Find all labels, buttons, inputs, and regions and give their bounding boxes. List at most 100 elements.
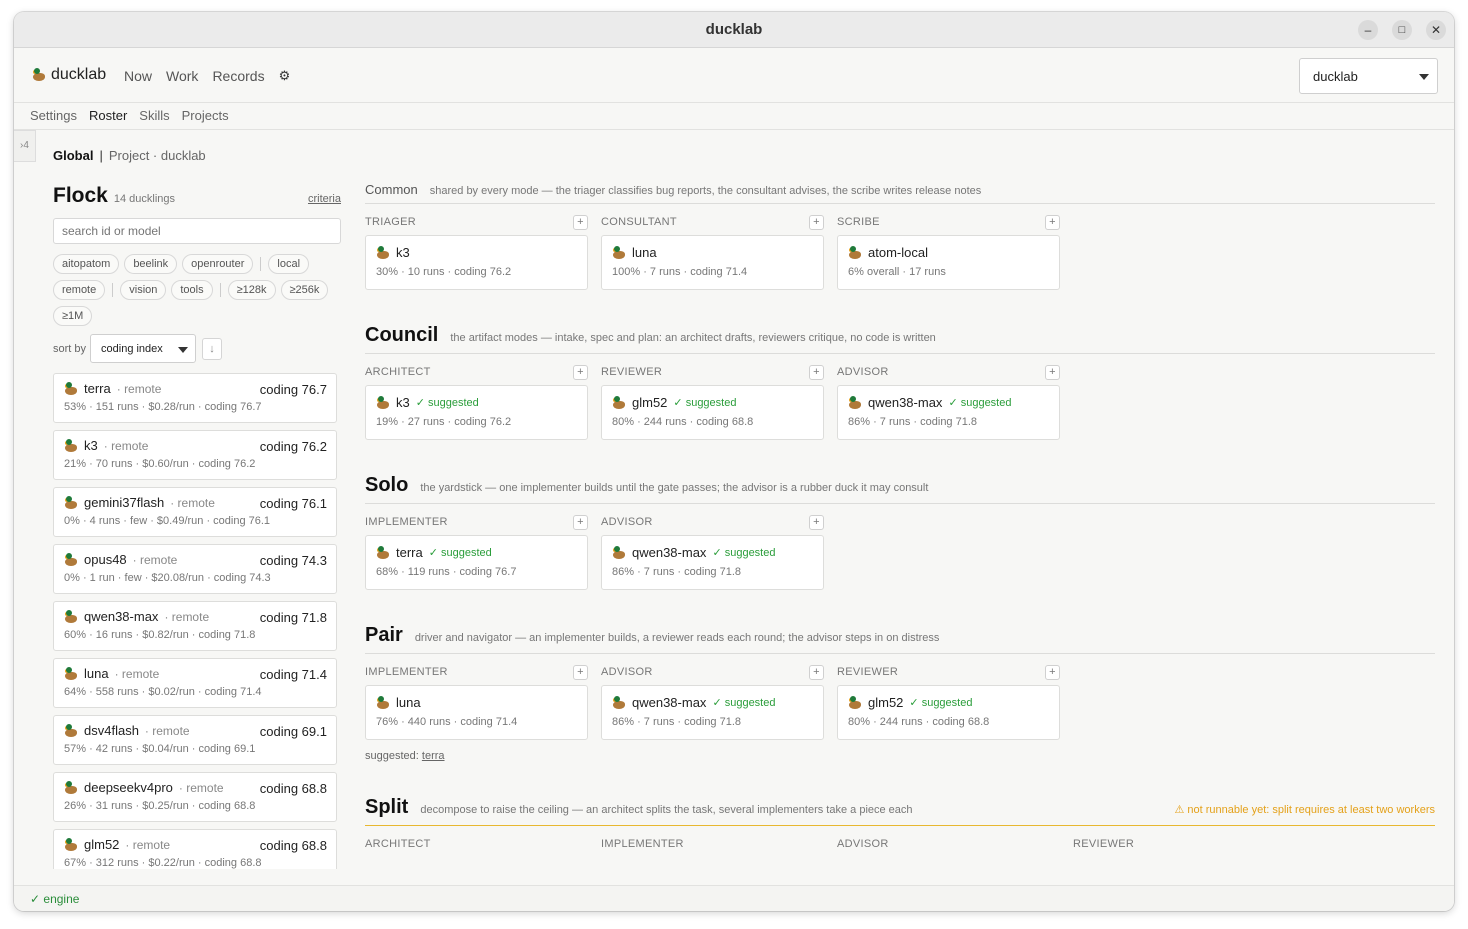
duck-icon	[612, 695, 626, 710]
add-button[interactable]: +	[809, 514, 824, 530]
duck-icon	[848, 695, 862, 710]
duck-card-glm52[interactable]: glm52 · remote coding 68.8 67% · 312 runs…	[53, 829, 337, 869]
add-button[interactable]: +	[1045, 214, 1060, 230]
duck-card-dsv4flash[interactable]: dsv4flash · remote coding 69.1 57% · 42 r…	[53, 715, 337, 765]
role-card[interactable]: qwen38-max ✓ suggested 86% · 7 runs · cod…	[601, 685, 824, 740]
add-button[interactable]: +	[573, 214, 588, 230]
duck-location: · remote	[116, 381, 162, 396]
duck-logo-icon	[32, 68, 46, 82]
search-input[interactable]	[53, 218, 341, 244]
add-button[interactable]: +	[809, 214, 824, 230]
duck-icon	[612, 545, 626, 560]
chip-openrouter[interactable]: openrouter	[182, 254, 254, 274]
flock-header: Flock 14 ducklings criteria	[53, 184, 341, 212]
duck-card-deepseekv4pro[interactable]: deepseekv4pro · remote coding 68.8 26% · …	[53, 772, 337, 822]
add-button[interactable]: +	[809, 364, 824, 380]
duck-name: luna	[84, 666, 109, 681]
role-card[interactable]: luna 76% · 440 runs · coding 71.4	[365, 685, 588, 740]
criteria-link[interactable]: criteria	[308, 193, 341, 205]
role-scribe: SCRIBE + atom-local 6% overall · 17 runs	[837, 214, 1060, 290]
role-label: ADVISOR	[837, 366, 889, 378]
scope-switch: Global | Project · ducklab	[53, 148, 206, 163]
role-card[interactable]: k3 ✓ suggested 19% · 27 runs · coding 76.…	[365, 385, 588, 440]
sort-direction-button[interactable]: ↓	[202, 337, 223, 360]
project-select[interactable]: ducklab	[1299, 58, 1438, 94]
duck-card-k3[interactable]: k3 · remote coding 76.2 21% · 70 runs · $…	[53, 430, 337, 480]
duck-name: opus48	[84, 552, 127, 567]
role-row: IMPLEMENTER + luna 76% · 440 runs · codin…	[365, 664, 1435, 740]
warning-text: ⚠ not runnable yet: split requires at le…	[1174, 804, 1435, 816]
mode-description: shared by every mode — the triager class…	[429, 185, 982, 197]
nav-records[interactable]: Records	[212, 68, 264, 84]
role-reviewer: REVIEWER + glm52 ✓ suggested 80% · 244 run…	[601, 364, 824, 440]
sidebar-toggle[interactable]: ›4	[14, 130, 36, 162]
role-duck-stats: 76% · 440 runs · coding 71.4	[376, 716, 518, 728]
engine-status: ✓ engine	[30, 892, 80, 906]
chip-1m[interactable]: ≥1M	[53, 306, 93, 326]
add-button[interactable]: +	[1045, 364, 1060, 380]
sort-select[interactable]: coding index	[90, 334, 197, 363]
chip-tools[interactable]: tools	[171, 280, 213, 300]
duck-card-terra[interactable]: terra · remote coding 76.7 53% · 151 runs…	[53, 373, 337, 423]
chip-256k[interactable]: ≥256k	[280, 280, 329, 300]
duck-stats: 57% · 42 runs · $0.04/run · coding 69.1	[64, 743, 256, 755]
tab-roster[interactable]: Roster	[89, 108, 127, 129]
brand[interactable]: ducklab	[32, 66, 106, 84]
duck-icon	[848, 245, 862, 260]
mode-description: the artifact modes — intake, spec and pl…	[450, 332, 936, 344]
role-card[interactable]: atom-local 6% overall · 17 runs	[837, 235, 1060, 290]
chip-128k[interactable]: ≥128k	[227, 280, 276, 300]
role-card[interactable]: glm52 ✓ suggested 80% · 244 runs · coding…	[837, 685, 1060, 740]
duck-list: terra · remote coding 76.7 53% · 151 runs…	[53, 373, 341, 869]
maximize-button[interactable]: □	[1392, 20, 1412, 40]
gear-icon[interactable]: ⚙	[279, 68, 291, 84]
role-card[interactable]: qwen38-max ✓ suggested 86% · 7 runs · cod…	[837, 385, 1060, 440]
role-label: ARCHITECT	[365, 366, 431, 378]
role-card[interactable]: k3 30% · 10 runs · coding 76.2	[365, 235, 588, 290]
tab-projects[interactable]: Projects	[182, 108, 229, 129]
role-label: IMPLEMENTER	[365, 666, 448, 678]
mode-description: the yardstick — one implementer builds u…	[420, 482, 929, 494]
role-card[interactable]: glm52 ✓ suggested 80% · 244 runs · coding…	[601, 385, 824, 440]
role-card[interactable]: luna 100% · 7 runs · coding 71.4	[601, 235, 824, 290]
role-label: CONSULTANT	[601, 216, 677, 228]
duck-location: · remote	[125, 837, 171, 852]
mode-name: Pair	[365, 624, 403, 646]
duck-card-opus48[interactable]: opus48 · remote coding 74.3 0% · 1 run · …	[53, 544, 337, 594]
tab-skills[interactable]: Skills	[139, 108, 169, 129]
tab-settings[interactable]: Settings	[30, 108, 77, 129]
duck-card-qwen38-max[interactable]: qwen38-max · remote coding 71.8 60% · 16 …	[53, 601, 337, 651]
duck-card-luna[interactable]: luna · remote coding 71.4 64% · 558 runs …	[53, 658, 337, 708]
add-button[interactable]: +	[573, 664, 588, 680]
duck-icon	[64, 381, 78, 396]
chevron-down-icon	[178, 347, 189, 353]
chip-beelink[interactable]: beelink	[124, 254, 178, 274]
duck-name: glm52	[84, 837, 120, 852]
role-card[interactable]: qwen38-max ✓ suggested 86% · 7 runs · cod…	[601, 535, 824, 590]
duck-stats: 67% · 312 runs · $0.22/run · coding 68.8	[64, 857, 262, 869]
minimize-button[interactable]: –	[1358, 20, 1378, 40]
add-button[interactable]: +	[809, 664, 824, 680]
scope-global[interactable]: Global	[53, 148, 93, 163]
close-button[interactable]: ✕	[1426, 20, 1446, 40]
duck-icon	[376, 395, 390, 410]
nav-now[interactable]: Now	[124, 68, 152, 84]
add-button[interactable]: +	[573, 364, 588, 380]
duck-card-gemini37flash[interactable]: gemini37flash · remote coding 76.1 0% · 4…	[53, 487, 337, 537]
mode-header: Common shared by every mode — the triage…	[365, 178, 1435, 204]
scope-project[interactable]: Project · ducklab	[109, 148, 206, 163]
nav-work[interactable]: Work	[166, 68, 198, 84]
role-card[interactable]: terra ✓ suggested 68% · 119 runs · coding…	[365, 535, 588, 590]
chip-remote[interactable]: remote	[53, 280, 106, 300]
chip-aitopatom[interactable]: aitopatom	[53, 254, 120, 274]
add-button[interactable]: +	[573, 514, 588, 530]
role-advisor: ADVISOR + qwen38-max ✓ suggested 86% · 7 r…	[601, 514, 824, 590]
chip-local[interactable]: local	[268, 254, 310, 274]
role-architect: ARCHITECT	[365, 836, 588, 852]
suggestion-link[interactable]: terra	[422, 750, 445, 762]
chip-vision[interactable]: vision	[120, 280, 167, 300]
chip-divider	[112, 283, 114, 297]
add-button[interactable]: +	[1045, 664, 1060, 680]
mode-description: driver and navigator — an implementer bu…	[414, 632, 940, 644]
duck-score: coding 76.1	[259, 496, 327, 511]
